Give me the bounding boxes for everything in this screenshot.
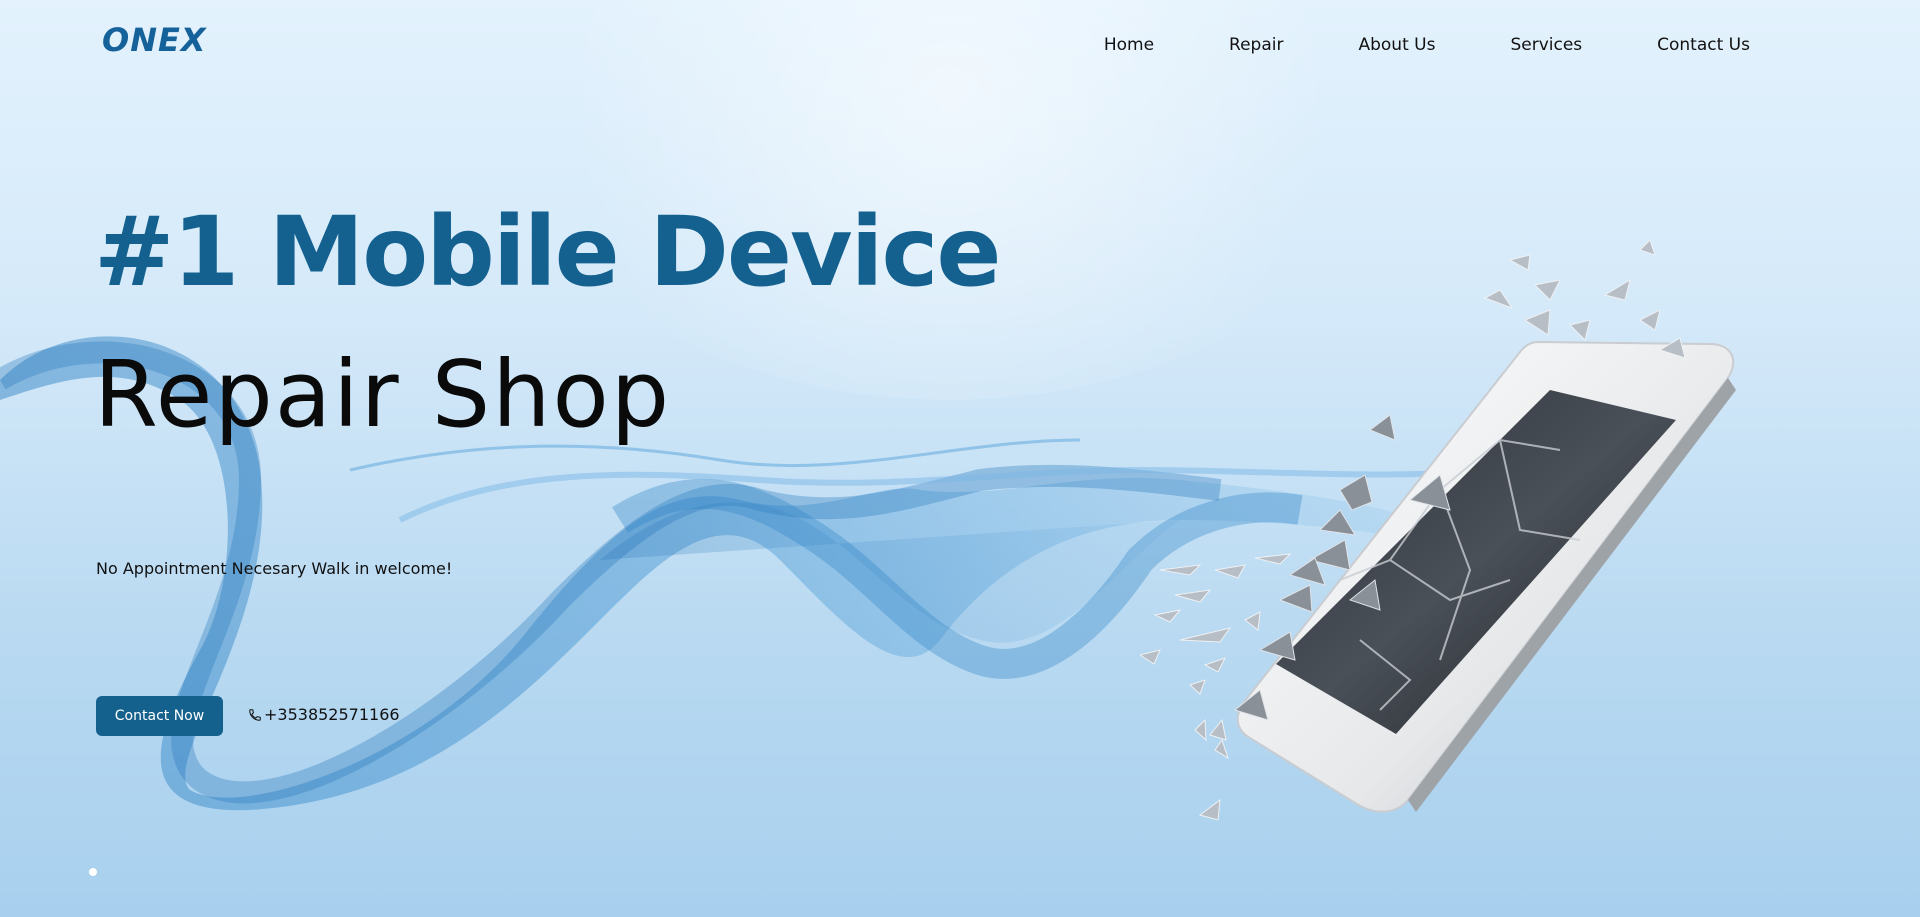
- phone-number: +353852571166: [264, 705, 400, 724]
- nav-home[interactable]: Home: [1104, 33, 1154, 57]
- nav-repair[interactable]: Repair: [1229, 33, 1283, 57]
- broken-phone-illustration: [1140, 240, 1736, 820]
- brand-logo[interactable]: ONEX: [102, 22, 218, 58]
- main-nav: Home Repair About Us Services Contact Us: [1029, 33, 1750, 57]
- nav-about-us[interactable]: About Us: [1358, 33, 1435, 57]
- nav-services[interactable]: Services: [1510, 33, 1582, 57]
- contact-now-button[interactable]: Contact Now: [96, 696, 223, 736]
- phone-link[interactable]: +353852571166: [248, 703, 400, 727]
- hero-title-line2: Repair Shop: [94, 341, 672, 448]
- hero-title-line1: #1 Mobile Device: [94, 196, 1001, 308]
- phone-icon: [249, 709, 261, 721]
- slider-dot[interactable]: [89, 868, 97, 876]
- hero-tagline: No Appointment Necesary Walk in welcome!: [96, 559, 453, 578]
- hero-page: ONEX Home Repair About Us Services Conta…: [0, 0, 1920, 917]
- site-header: ONEX Home Repair About Us Services Conta…: [0, 0, 1920, 90]
- nav-contact-us[interactable]: Contact Us: [1657, 33, 1750, 57]
- logo-text: ONEX: [102, 21, 207, 59]
